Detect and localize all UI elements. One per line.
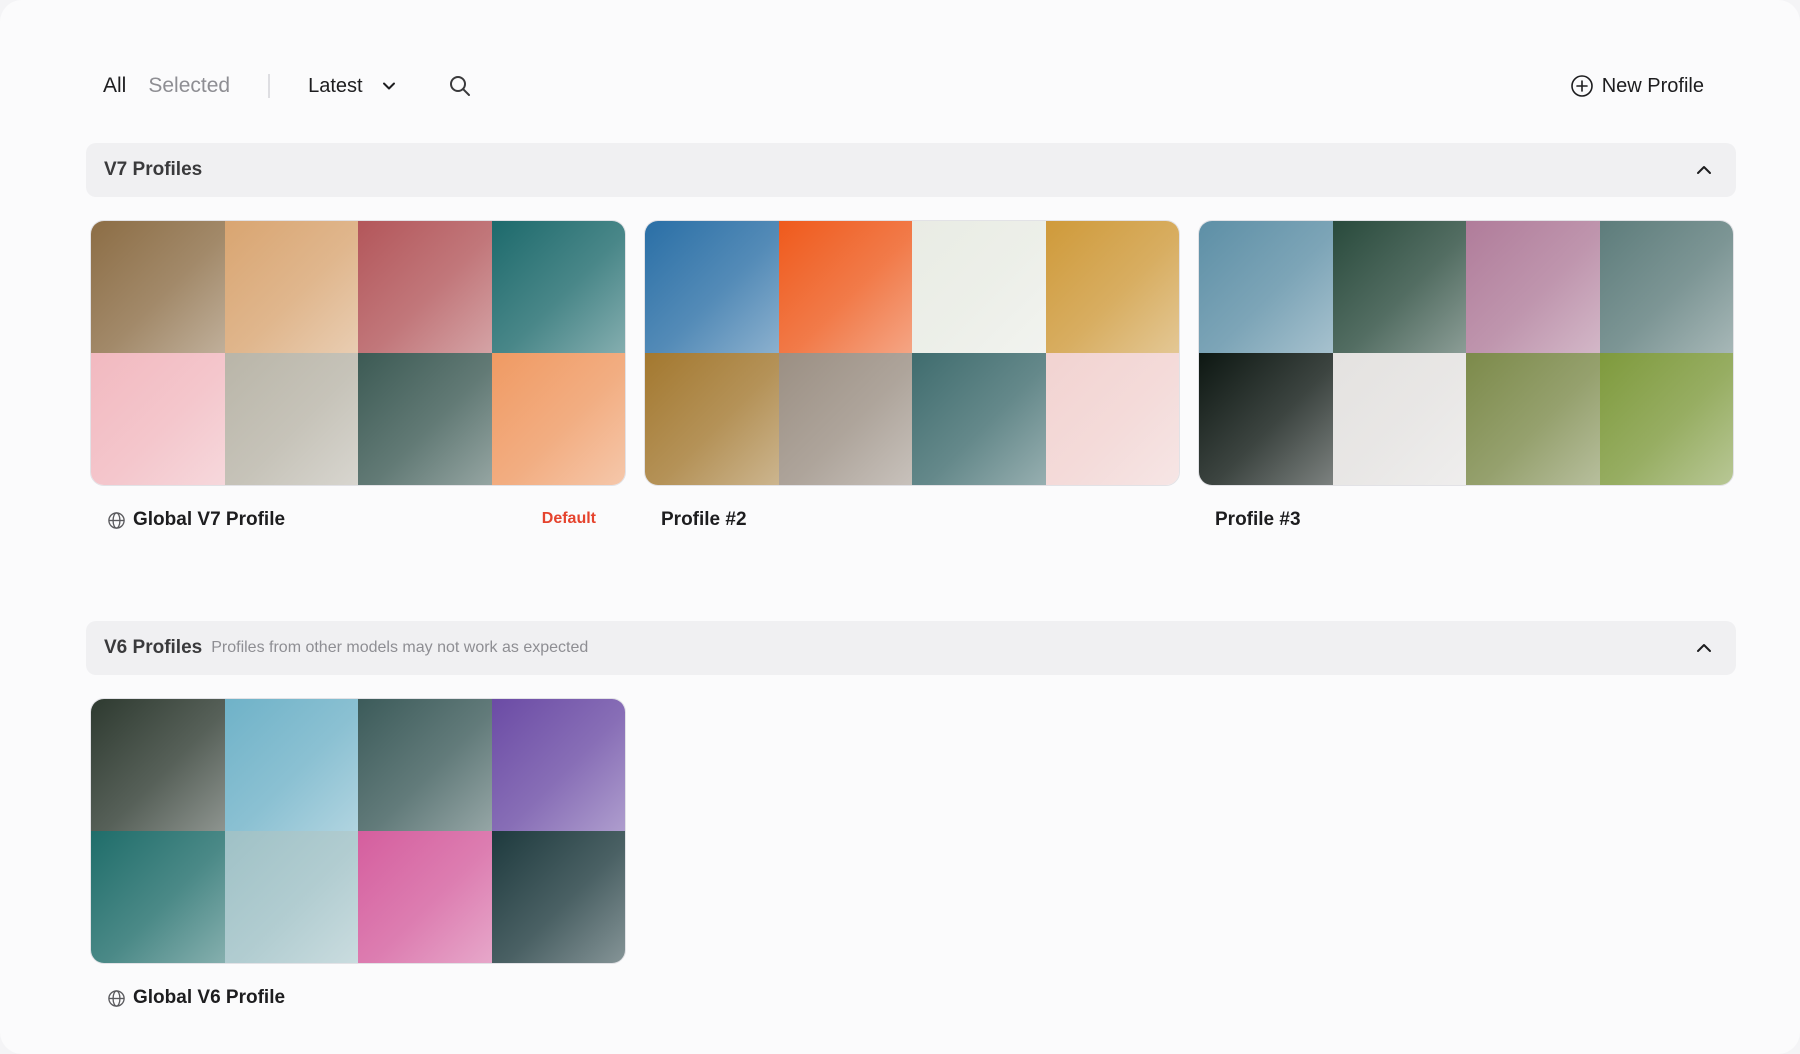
profile-thumbnail (224, 353, 358, 485)
chevron-up-icon[interactable] (1694, 160, 1714, 180)
profile-thumbnail (645, 221, 779, 353)
profile-thumbnail (358, 221, 492, 353)
profile-name[interactable]: Profile #3 (1215, 509, 1301, 531)
sort-dropdown[interactable]: Latest (308, 75, 396, 98)
search-icon[interactable] (447, 73, 473, 99)
profile-card[interactable]: Profile #2 (644, 220, 1180, 540)
profile-thumbnail (645, 353, 779, 485)
profile-thumbnail (1466, 221, 1600, 353)
tab-all[interactable]: All (103, 74, 126, 98)
profile-thumbnail (491, 221, 625, 353)
profile-thumbnail (1332, 221, 1466, 353)
tab-selected[interactable]: Selected (148, 74, 230, 98)
profile-thumbnail (1332, 353, 1466, 485)
filter-toolbar: All Selected Latest (103, 64, 473, 108)
new-profile-label: New Profile (1601, 74, 1704, 97)
profile-thumbnail (1045, 353, 1179, 485)
profile-card-footer: Global V7 Profile Default (90, 500, 626, 540)
profile-card[interactable]: Global V6 Profile (90, 698, 626, 1018)
plus-circle-icon (1570, 75, 1593, 97)
profile-thumbnail (1045, 221, 1179, 353)
profile-thumbnail (1199, 221, 1333, 353)
profile-thumbnail (91, 699, 225, 831)
globe-icon (108, 989, 125, 1007)
default-badge: Default (541, 510, 596, 527)
sort-label: Latest (308, 74, 363, 97)
profile-thumbnail (358, 831, 492, 963)
profile-image-mosaic[interactable] (90, 698, 626, 964)
profile-image-mosaic[interactable] (1198, 220, 1734, 486)
profile-thumbnail (224, 831, 358, 963)
profile-thumbnail (1599, 221, 1733, 353)
profile-thumbnail (1466, 353, 1600, 485)
profile-thumbnail (1599, 353, 1733, 485)
profile-name[interactable]: Global V7 Profile (133, 509, 285, 531)
profile-name[interactable]: Global V6 Profile (133, 987, 285, 1009)
profile-thumbnail (224, 699, 358, 831)
section-header-v6[interactable]: V6 Profiles Profiles from other models m… (86, 621, 1736, 675)
profile-thumbnail (91, 221, 225, 353)
globe-icon (108, 511, 125, 529)
profile-image-mosaic[interactable] (90, 220, 626, 486)
profile-thumbnail (358, 699, 492, 831)
profile-thumbnail (91, 831, 225, 963)
profile-card[interactable]: Global V7 Profile Default (90, 220, 626, 540)
profile-thumbnail (491, 353, 625, 485)
section-header-v7[interactable]: V7 Profiles (86, 143, 1736, 197)
profile-thumbnail (358, 353, 492, 485)
profile-thumbnail (912, 221, 1046, 353)
chevron-down-icon (382, 82, 395, 90)
profile-thumbnail (778, 221, 912, 353)
profile-thumbnail (912, 353, 1046, 485)
profile-card-footer: Global V6 Profile (90, 978, 626, 1018)
section-title: V6 Profiles (104, 637, 203, 658)
profile-thumbnail (1199, 353, 1333, 485)
profile-card-footer: Profile #2 (644, 500, 1180, 540)
profile-image-mosaic[interactable] (644, 220, 1180, 486)
profiles-page: All Selected Latest New Profile V7 Profi… (0, 0, 1800, 1054)
chevron-up-icon[interactable] (1694, 638, 1714, 658)
toolbar-divider (268, 74, 271, 98)
section-note: Profiles from other models may not work … (211, 639, 589, 656)
profile-thumbnail (778, 353, 912, 485)
profile-thumbnail (224, 221, 358, 353)
profile-thumbnail (491, 699, 625, 831)
profile-card[interactable]: Profile #3 (1198, 220, 1734, 540)
new-profile-button[interactable]: New Profile (1570, 64, 1704, 108)
profile-thumbnail (491, 831, 625, 963)
profile-card-footer: Profile #3 (1198, 500, 1734, 540)
profile-thumbnail (91, 353, 225, 485)
section-title: V7 Profiles (104, 159, 203, 180)
profile-name[interactable]: Profile #2 (661, 509, 747, 531)
